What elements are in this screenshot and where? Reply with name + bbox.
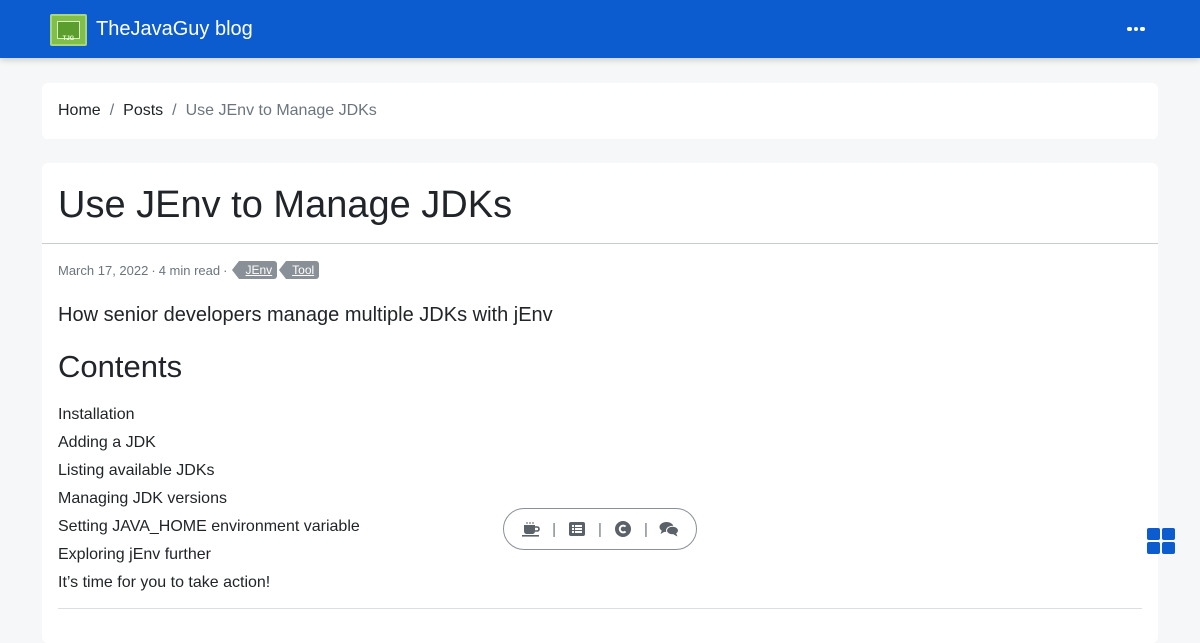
toc-item: Adding a JDK bbox=[58, 429, 360, 457]
grid-icon[interactable] bbox=[1147, 528, 1176, 554]
toc-item: Exploring jEnv further bbox=[58, 541, 360, 569]
toc-link-listing-jdks[interactable]: Listing available JDKs bbox=[58, 462, 215, 479]
breadcrumb-card: Home / Posts / Use JEnv to Manage JDKs bbox=[42, 83, 1158, 139]
toc-item: Setting JAVA_HOME environment variable bbox=[58, 513, 360, 541]
toolbar-separator: | bbox=[598, 520, 602, 538]
meta-separator: · bbox=[151, 262, 156, 278]
post-date: March 17, 2022 bbox=[58, 262, 149, 278]
toolbar-separator: | bbox=[643, 520, 648, 538]
logo-text: TJG bbox=[62, 36, 75, 42]
breadcrumb-separator: / bbox=[172, 102, 177, 119]
read-time: 4 min read bbox=[158, 262, 221, 278]
toc-link-managing-versions[interactable]: Managing JDK versions bbox=[58, 490, 227, 507]
contents-heading: Contents bbox=[58, 349, 183, 384]
toc-item: It’s time for you to take action! bbox=[58, 569, 360, 597]
breadcrumb-separator: / bbox=[109, 102, 115, 119]
brand-logo[interactable]: TJG bbox=[50, 14, 87, 46]
content-divider bbox=[58, 608, 1142, 609]
breadcrumb-home-link[interactable]: Home bbox=[58, 101, 101, 121]
breadcrumb: Home / Posts / Use JEnv to Manage JDKs bbox=[58, 101, 377, 121]
toc-link-exploring[interactable]: Exploring jEnv further bbox=[58, 546, 211, 563]
title-divider bbox=[42, 243, 1158, 244]
copyright-icon[interactable] bbox=[611, 517, 635, 541]
toc-item: Listing available JDKs bbox=[58, 457, 360, 485]
floating-toolbar: | | | bbox=[503, 508, 697, 550]
top-navbar: TJG TheJavaGuy blog bbox=[0, 0, 1200, 58]
ellipsis-icon[interactable] bbox=[1122, 17, 1150, 41]
article-meta: March 17, 2022 · 4 min read · JEnv Tool bbox=[58, 260, 320, 280]
toc-link-adding-jdk[interactable]: Adding a JDK bbox=[58, 434, 156, 451]
toc-item: Managing JDK versions bbox=[58, 485, 360, 513]
comments-icon[interactable] bbox=[657, 517, 681, 541]
article-summary: How senior developers manage multiple JD… bbox=[58, 304, 553, 326]
toc-item: Installation bbox=[58, 401, 360, 429]
toolbar-separator: | bbox=[552, 520, 557, 538]
tag-jenv[interactable]: JEnv bbox=[232, 261, 278, 279]
brand-name-link[interactable]: TheJavaGuy blog bbox=[96, 17, 253, 41]
breadcrumb-current: Use JEnv to Manage JDKs bbox=[185, 102, 377, 119]
meta-separator: · bbox=[223, 262, 228, 278]
breadcrumb-posts-link[interactable]: Posts bbox=[123, 101, 163, 121]
toc-link-take-action[interactable]: It’s time for you to take action! bbox=[58, 574, 270, 591]
table-of-contents: Installation Adding a JDK Listing availa… bbox=[58, 401, 360, 597]
toc-link-java-home[interactable]: Setting JAVA_HOME environment variable bbox=[58, 518, 360, 535]
article-title: Use JEnv to Manage JDKs bbox=[58, 184, 513, 226]
tag-tool[interactable]: Tool bbox=[279, 261, 320, 279]
coffee-icon[interactable] bbox=[519, 517, 543, 541]
article-card: Use JEnv to Manage JDKs March 17, 2022 ·… bbox=[42, 163, 1158, 643]
toc-link-installation[interactable]: Installation bbox=[58, 406, 135, 423]
list-icon[interactable] bbox=[565, 517, 589, 541]
